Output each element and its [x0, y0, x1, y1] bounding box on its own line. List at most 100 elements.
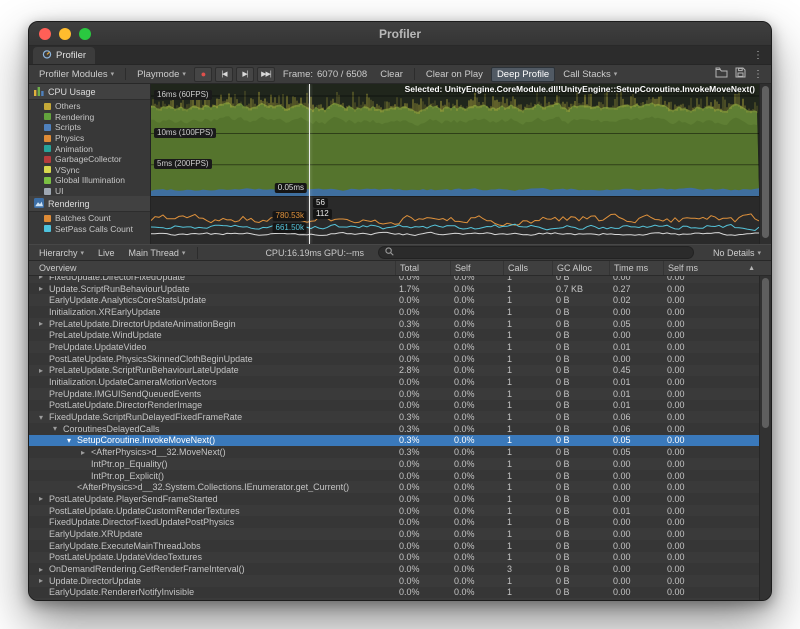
hierarchy-mode-dropdown[interactable]: Hierarchy ▾ [34, 246, 89, 260]
collapse-arrow-icon[interactable]: ▾ [53, 424, 63, 433]
legend-item-global-illumination[interactable]: Global Illumination [29, 175, 150, 186]
clear-on-play-toggle[interactable]: Clear on Play [421, 67, 488, 82]
call-stacks-dropdown[interactable]: Call Stacks ▾ [558, 67, 622, 82]
legend-item-vsync[interactable]: VSync [29, 165, 150, 176]
column-gc-alloc[interactable]: GC Alloc [552, 261, 609, 275]
modules-scrollbar-thumb[interactable] [762, 86, 769, 238]
table-row[interactable]: PostLateUpdate.DirectorLateUpdate0.0%0.0… [29, 598, 771, 600]
table-row[interactable]: ▸PreLateUpdate.DirectorUpdateAnimationBe… [29, 318, 771, 330]
close-button[interactable] [39, 28, 51, 40]
legend-item-ui[interactable]: UI [29, 186, 150, 197]
legend-item-garbagecollector[interactable]: GarbageCollector [29, 154, 150, 165]
column-overview[interactable]: Overview [29, 261, 395, 275]
table-row[interactable]: ▸<AfterPhysics>d__32.MoveNext()0.3%0.0%1… [29, 446, 771, 458]
cpu-usage-chart[interactable] [151, 84, 759, 196]
expand-arrow-icon[interactable]: ▸ [39, 366, 49, 375]
column-total[interactable]: Total [395, 261, 450, 275]
rendering-chart[interactable] [151, 196, 759, 244]
table-row[interactable]: PostLateUpdate.DirectorRenderImage0.0%0.… [29, 400, 771, 412]
table-row[interactable]: EarlyUpdate.AnalyticsCoreStatsUpdate0.0%… [29, 294, 771, 306]
live-toggle[interactable]: Live [93, 246, 120, 260]
sort-ascending-icon[interactable]: ▲ [748, 265, 755, 272]
legend-item-physics[interactable]: Physics [29, 133, 150, 144]
table-row[interactable]: ▾SetupCoroutine.InvokeMoveNext()0.3%0.0%… [29, 435, 771, 447]
table-row[interactable]: PreUpdate.UpdateVideo0.0%0.0%10 B0.010.0… [29, 341, 771, 353]
cell: 0 B [552, 354, 609, 364]
table-row[interactable]: PreLateUpdate.WindUpdate0.0%0.0%10 B0.00… [29, 329, 771, 341]
table-row[interactable]: Initialization.XREarlyUpdate0.0%0.0%10 B… [29, 306, 771, 318]
table-row[interactable]: ▾FixedUpdate.ScriptRunDelayedFixedFrameR… [29, 411, 771, 423]
legend-item-animation[interactable]: Animation [29, 143, 150, 154]
search-input[interactable] [398, 248, 687, 258]
table-row[interactable]: EarlyUpdate.ExecuteMainThreadJobs0.0%0.0… [29, 540, 771, 552]
current-frame-button[interactable]: ▶▶| [257, 67, 275, 82]
legend-item-setpass-calls-count[interactable]: SetPass Calls Count [29, 224, 150, 235]
clear-button[interactable]: Clear [375, 67, 408, 82]
kebab-menu-icon[interactable]: ⋮ [753, 69, 763, 80]
table-row[interactable]: IntPtr.op_Equality()0.0%0.0%10 B0.000.00 [29, 458, 771, 470]
first-frame-button[interactable]: |◀ [215, 67, 233, 82]
record-button[interactable]: ● [194, 67, 212, 82]
table-row[interactable]: PostLateUpdate.UpdateVideoTextures0.0%0.… [29, 552, 771, 564]
cell: 0 B [552, 330, 609, 340]
module-header-rendering[interactable]: Rendering [29, 196, 150, 212]
minimize-button[interactable] [59, 28, 71, 40]
load-profile-icon[interactable] [715, 67, 728, 81]
legend-item-rendering[interactable]: Rendering [29, 112, 150, 123]
expand-arrow-icon[interactable]: ▸ [39, 276, 49, 281]
table-row[interactable]: ▸PreLateUpdate.ScriptRunBehaviourLateUpd… [29, 365, 771, 377]
thread-dropdown[interactable]: Main Thread ▾ [124, 246, 191, 260]
frame-selection-line[interactable] [309, 84, 310, 244]
expand-arrow-icon[interactable]: ▸ [39, 284, 49, 293]
table-row[interactable]: <AfterPhysics>d__32.System.Collections.I… [29, 481, 771, 493]
column-self-ms[interactable]: Self ms [663, 261, 721, 275]
column-self[interactable]: Self [450, 261, 503, 275]
tab-profiler[interactable]: Profiler [33, 47, 95, 64]
search-field[interactable] [378, 246, 694, 259]
collapse-arrow-icon[interactable]: ▾ [39, 413, 49, 422]
expand-arrow-icon[interactable]: ▸ [39, 576, 49, 585]
legend-item-batches-count[interactable]: Batches Count [29, 213, 150, 224]
table-row[interactable]: ▸PostLateUpdate.PlayerSendFrameStarted0.… [29, 493, 771, 505]
column-calls[interactable]: Calls [503, 261, 552, 275]
cell: 0.01 [609, 400, 663, 410]
next-frame-button[interactable]: ▶| [236, 67, 254, 82]
cell: 0.0% [450, 459, 503, 469]
table-row[interactable]: ▸Update.DirectorUpdate0.0%0.0%10 B0.000.… [29, 575, 771, 587]
cell: 0 B [552, 276, 609, 282]
table-scrollbar-thumb[interactable] [762, 278, 769, 428]
table-row[interactable]: ▸OnDemandRendering.GetRenderFrameInterva… [29, 563, 771, 575]
table-scrollbar[interactable] [759, 276, 771, 600]
titlebar[interactable]: Profiler [29, 22, 771, 46]
legend-item-scripts[interactable]: Scripts [29, 122, 150, 133]
collapse-arrow-icon[interactable]: ▾ [67, 436, 77, 445]
column-time-ms[interactable]: Time ms [609, 261, 663, 275]
table-row[interactable]: PostLateUpdate.PhysicsSkinnedClothBeginU… [29, 353, 771, 365]
expand-arrow-icon[interactable]: ▸ [81, 448, 91, 457]
table-row[interactable]: ▸Update.ScriptRunBehaviourUpdate1.7%0.0%… [29, 283, 771, 295]
table-row[interactable]: EarlyUpdate.RendererNotifyInvisible0.0%0… [29, 587, 771, 599]
modules-scrollbar[interactable] [759, 84, 771, 244]
cell: 0.0% [450, 354, 503, 364]
save-profile-icon[interactable] [735, 67, 746, 81]
playmode-dropdown[interactable]: Playmode ▾ [132, 67, 191, 82]
table-row[interactable]: IntPtr.op_Explicit()0.0%0.0%10 B0.000.00 [29, 470, 771, 482]
table-row[interactable]: PostLateUpdate.UpdateCustomRenderTexture… [29, 505, 771, 517]
module-header-cpu[interactable]: CPU Usage [29, 84, 150, 100]
zoom-button[interactable] [79, 28, 91, 40]
table-row[interactable]: PreUpdate.IMGUISendQueuedEvents0.0%0.0%1… [29, 388, 771, 400]
profiler-modules-dropdown[interactable]: Profiler Modules ▾ [34, 67, 119, 82]
row-label: EarlyUpdate.RendererNotifyInvisible [49, 587, 194, 597]
table-row[interactable]: Initialization.UpdateCameraMotionVectors… [29, 376, 771, 388]
details-dropdown[interactable]: No Details ▾ [708, 246, 766, 260]
table-row[interactable]: ▸FixedUpdate.DirectorFixedUpdate0.0%0.0%… [29, 276, 771, 283]
expand-arrow-icon[interactable]: ▸ [39, 565, 49, 574]
tab-menu-icon[interactable]: ⋮ [753, 50, 763, 61]
expand-arrow-icon[interactable]: ▸ [39, 319, 49, 328]
legend-item-others[interactable]: Others [29, 101, 150, 112]
deep-profile-toggle[interactable]: Deep Profile [491, 67, 555, 82]
expand-arrow-icon[interactable]: ▸ [39, 494, 49, 503]
table-row[interactable]: EarlyUpdate.XRUpdate0.0%0.0%10 B0.000.00 [29, 528, 771, 540]
table-row[interactable]: FixedUpdate.DirectorFixedUpdatePostPhysi… [29, 516, 771, 528]
table-row[interactable]: ▾CoroutinesDelayedCalls0.3%0.0%10 B0.060… [29, 423, 771, 435]
